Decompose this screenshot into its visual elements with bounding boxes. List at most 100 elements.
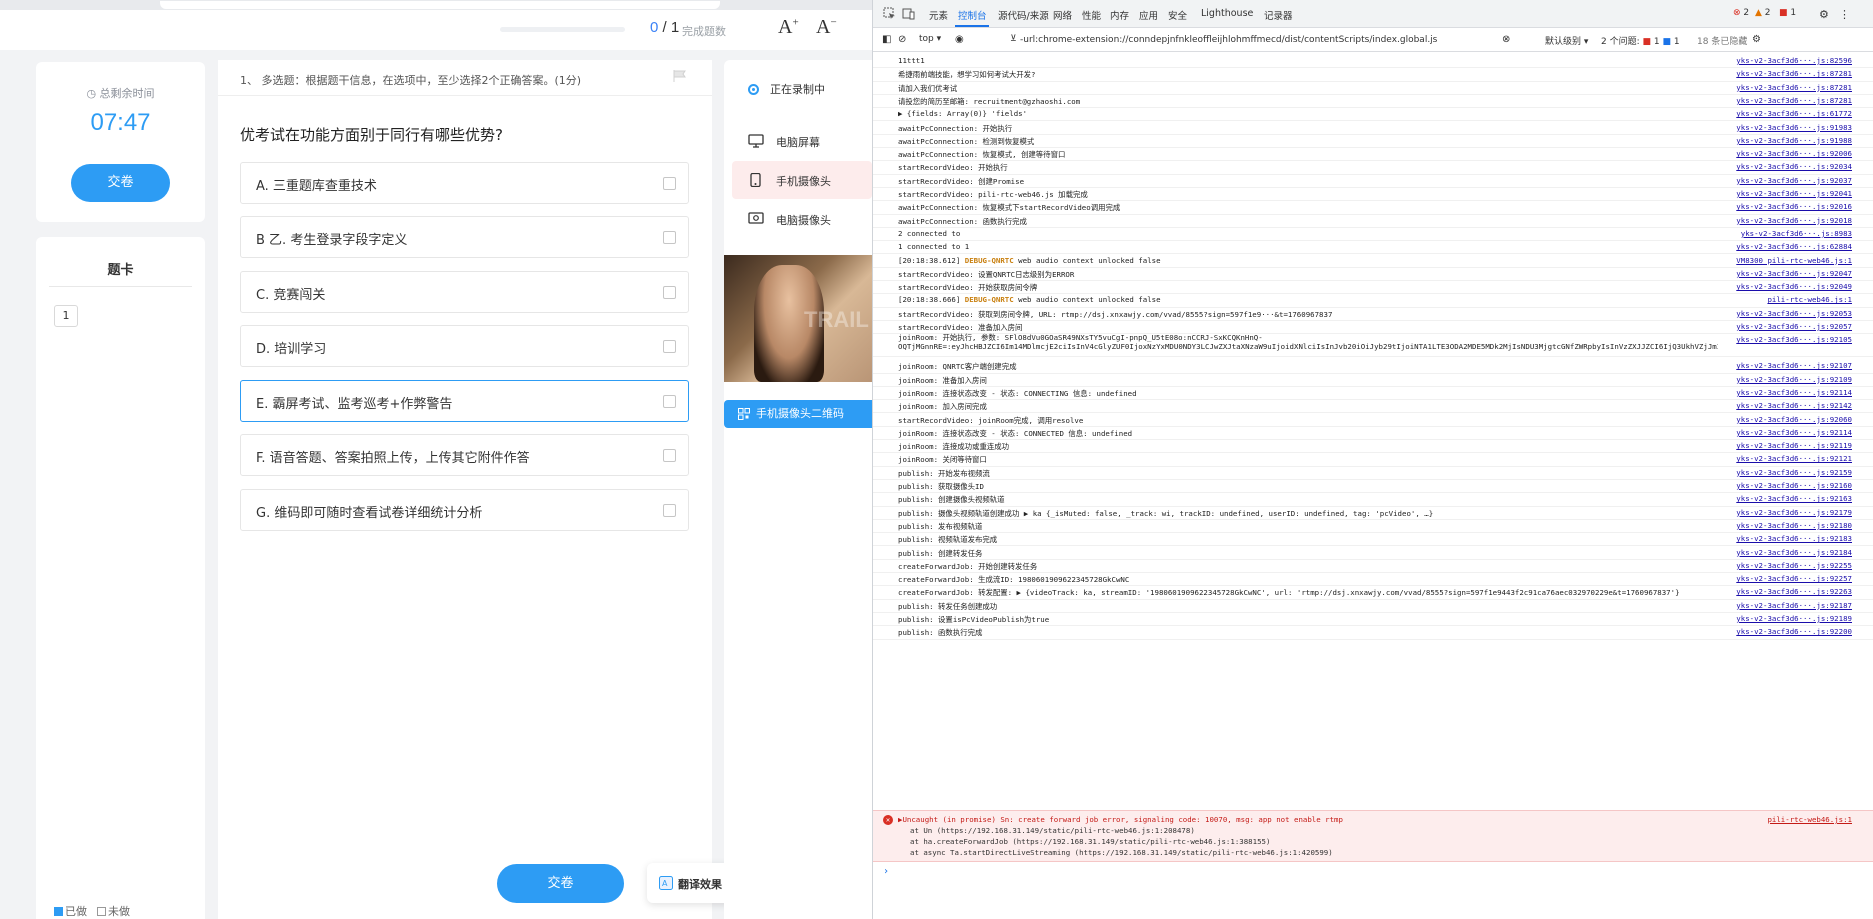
option-d[interactable]: D. 培训学习 <box>240 325 689 367</box>
inspect-element-icon[interactable] <box>883 7 896 20</box>
log-source-link[interactable]: yks-v2-3acf3d6···.js:92200 <box>1736 627 1852 636</box>
option-a[interactable]: A. 三重题库查重技术 <box>240 162 689 204</box>
log-source-link[interactable]: yks-v2-3acf3d6···.js:92006 <box>1736 149 1852 158</box>
log-source-link[interactable]: yks-v2-3acf3d6···.js:92180 <box>1736 521 1852 530</box>
log-source-link[interactable]: yks-v2-3acf3d6···.js:82596 <box>1736 56 1852 65</box>
log-source-link[interactable]: yks-v2-3acf3d6···.js:92041 <box>1736 189 1852 198</box>
log-source-link[interactable]: yks-v2-3acf3d6···.js:91983 <box>1736 123 1852 132</box>
checkbox-icon[interactable] <box>663 449 676 462</box>
question-number-1[interactable]: 1 <box>54 305 78 327</box>
log-source-link[interactable]: yks-v2-3acf3d6···.js:92119 <box>1736 441 1852 450</box>
option-b[interactable]: B 乙. 考生登录字段字定义 <box>240 216 689 258</box>
log-source-link[interactable]: yks-v2-3acf3d6···.js:92107 <box>1736 361 1852 370</box>
log-source-link[interactable]: yks-v2-3acf3d6···.js:92034 <box>1736 162 1852 171</box>
log-source-link[interactable]: pili-rtc-web46.js:1 <box>1767 295 1852 304</box>
error-stack-1[interactable]: at Un (https://192.168.31.149/static/pil… <box>910 826 1195 835</box>
log-source-link[interactable]: yks-v2-3acf3d6···.js:62884 <box>1736 242 1852 251</box>
info-count[interactable]: ■ 1 <box>1779 8 1796 18</box>
checkbox-icon[interactable] <box>663 177 676 190</box>
record-source-phone-camera[interactable]: 手机摄像头 <box>732 161 872 199</box>
warning-count[interactable]: ▲ 2 <box>1755 8 1771 18</box>
log-source-link[interactable]: yks-v2-3acf3d6···.js:92114 <box>1736 428 1852 437</box>
tab-recorder[interactable]: 记录器 <box>1264 8 1293 22</box>
console-prompt[interactable]: › <box>883 866 889 877</box>
log-source-link[interactable]: yks-v2-3acf3d6···.js:87281 <box>1736 96 1852 105</box>
log-source-link[interactable]: yks-v2-3acf3d6···.js:92263 <box>1736 587 1852 596</box>
tab-memory[interactable]: 内存 <box>1110 8 1129 22</box>
console-error-row[interactable]: ✕ ▶Uncaught (in promise) Sn: create forw… <box>873 810 1873 862</box>
log-source-link[interactable]: yks-v2-3acf3d6···.js:92184 <box>1736 548 1852 557</box>
log-source-link[interactable]: yks-v2-3acf3d6···.js:92057 <box>1736 322 1852 331</box>
log-source-link[interactable]: yks-v2-3acf3d6···.js:87281 <box>1736 69 1852 78</box>
log-source-link[interactable]: yks-v2-3acf3d6···.js:8983 <box>1741 229 1852 238</box>
log-source-link[interactable]: yks-v2-3acf3d6···.js:92163 <box>1736 494 1852 503</box>
phone-camera-qr-button[interactable]: 手机摄像头二维码 <box>724 400 872 428</box>
font-increase-button[interactable]: A+ <box>778 16 799 39</box>
sidebar-toggle-icon[interactable]: ◧ <box>882 34 891 45</box>
checkbox-icon[interactable] <box>663 340 676 353</box>
tab-application[interactable]: 应用 <box>1139 8 1158 22</box>
log-source-link[interactable]: yks-v2-3acf3d6···.js:92257 <box>1736 574 1852 583</box>
checkbox-icon[interactable] <box>663 395 676 408</box>
tab-lighthouse[interactable]: Lighthouse <box>1201 8 1253 19</box>
log-source-link[interactable]: yks-v2-3acf3d6···.js:92187 <box>1736 601 1852 610</box>
log-source-link[interactable]: yks-v2-3acf3d6···.js:92183 <box>1736 534 1852 543</box>
log-source-link[interactable]: yks-v2-3acf3d6···.js:92121 <box>1736 454 1852 463</box>
checkbox-icon[interactable] <box>663 286 676 299</box>
eye-icon[interactable]: ◉ <box>955 34 964 45</box>
option-g[interactable]: G. 维码即可随时查看试卷详细统计分析 <box>240 489 689 531</box>
font-decrease-button[interactable]: A− <box>816 16 837 39</box>
tab-network[interactable]: 网络 <box>1053 8 1072 22</box>
log-level-dropdown[interactable]: 默认级别 ▾ <box>1545 34 1588 47</box>
checkbox-icon[interactable] <box>663 231 676 244</box>
log-source-link[interactable]: yks-v2-3acf3d6···.js:92179 <box>1736 508 1852 517</box>
error-source-link[interactable]: pili-rtc-web46.js:1 <box>1767 815 1852 824</box>
option-c[interactable]: C. 竞赛闯关 <box>240 271 689 313</box>
log-source-link[interactable]: yks-v2-3acf3d6···.js:92049 <box>1736 282 1852 291</box>
flag-icon[interactable] <box>673 70 687 82</box>
tab-security[interactable]: 安全 <box>1168 8 1187 22</box>
record-source-pc-camera[interactable]: 电脑摄像头 <box>732 200 872 238</box>
record-source-screen[interactable]: 电脑屏幕 <box>732 122 872 160</box>
log-source-link[interactable]: yks-v2-3acf3d6···.js:92109 <box>1736 375 1852 384</box>
submit-button-top[interactable]: 交卷 <box>71 164 170 202</box>
log-source-link[interactable]: yks-v2-3acf3d6···.js:92018 <box>1736 216 1852 225</box>
tab-console[interactable]: 控制台 <box>958 8 987 22</box>
option-f[interactable]: F. 语音答题、答案拍照上传，上传其它附件作答 <box>240 434 689 476</box>
log-source-link[interactable]: yks-v2-3acf3d6···.js:92159 <box>1736 468 1852 477</box>
issues-link[interactable]: 2 个问题: ■ 1 ■ 1 <box>1601 34 1680 47</box>
clear-console-icon[interactable]: ⊘ <box>898 34 906 45</box>
device-toolbar-icon[interactable] <box>902 7 915 20</box>
log-source-link[interactable]: yks-v2-3acf3d6···.js:92160 <box>1736 481 1852 490</box>
tab-sources[interactable]: 源代码/来源 <box>998 8 1049 22</box>
option-e[interactable]: E. 霸屏考试、监考巡考+作弊警告 <box>240 380 689 422</box>
log-source-link[interactable]: yks-v2-3acf3d6···.js:92114 <box>1736 388 1852 397</box>
log-source-link[interactable]: yks-v2-3acf3d6···.js:92105 <box>1736 335 1852 344</box>
log-source-link[interactable]: yks-v2-3acf3d6···.js:92053 <box>1736 309 1852 318</box>
log-source-link[interactable]: yks-v2-3acf3d6···.js:92016 <box>1736 202 1852 211</box>
log-source-link[interactable]: yks-v2-3acf3d6···.js:91988 <box>1736 136 1852 145</box>
settings-gear-icon[interactable]: ⚙ <box>1819 8 1829 21</box>
log-source-link[interactable]: yks-v2-3acf3d6···.js:61772 <box>1736 109 1852 118</box>
log-source-link[interactable]: VM8300 pili-rtc-web46.js:1 <box>1736 256 1852 265</box>
console-filter-input[interactable] <box>1020 32 1490 48</box>
tab-performance[interactable]: 性能 <box>1082 8 1101 22</box>
log-source-link[interactable]: yks-v2-3acf3d6···.js:92037 <box>1736 176 1852 185</box>
log-source-link[interactable]: yks-v2-3acf3d6···.js:92189 <box>1736 614 1852 623</box>
log-source-link[interactable]: yks-v2-3acf3d6···.js:92060 <box>1736 415 1852 424</box>
checkbox-icon[interactable] <box>663 504 676 517</box>
log-source-link[interactable]: yks-v2-3acf3d6···.js:92047 <box>1736 269 1852 278</box>
context-selector[interactable]: top ▾ <box>919 34 941 44</box>
submit-button-bottom[interactable]: 交卷 <box>497 864 624 903</box>
log-source-link[interactable]: yks-v2-3acf3d6···.js:92255 <box>1736 561 1852 570</box>
more-options-icon[interactable]: ⋮ <box>1839 8 1850 21</box>
error-stack-3[interactable]: at async Ta.startDirectLiveStreaming (ht… <box>910 848 1333 857</box>
log-source-link[interactable]: yks-v2-3acf3d6···.js:87281 <box>1736 83 1852 92</box>
error-count[interactable]: ⊗ 2 <box>1733 8 1749 18</box>
tab-elements[interactable]: 元素 <box>929 8 948 22</box>
issues-error-icon: ■ <box>1642 37 1652 47</box>
error-stack-2[interactable]: at ha.createForwardJob (https://192.168.… <box>910 837 1270 846</box>
clear-filter-icon[interactable]: ⊗ <box>1502 34 1510 45</box>
log-source-link[interactable]: yks-v2-3acf3d6···.js:92142 <box>1736 401 1852 410</box>
console-settings-icon[interactable]: ⚙ <box>1752 34 1761 45</box>
